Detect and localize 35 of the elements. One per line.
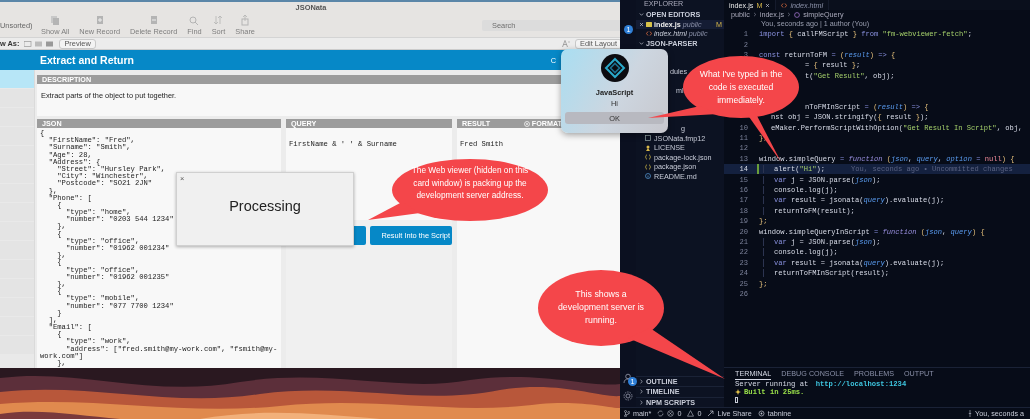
branch-icon[interactable] xyxy=(624,410,630,417)
app-logo-icon xyxy=(600,54,629,82)
account-icon[interactable] xyxy=(623,373,633,383)
file-icon xyxy=(646,31,652,37)
person-icon xyxy=(645,144,651,151)
text-size-icon[interactable] xyxy=(562,40,570,47)
callout-text: This shows a development server is running. xyxy=(556,288,646,327)
search-icon xyxy=(188,14,201,26)
chevron-icon[interactable] xyxy=(639,40,644,46)
chevron-icon xyxy=(787,12,792,17)
error-icon[interactable] xyxy=(667,410,675,417)
settings-icon[interactable] xyxy=(623,391,633,401)
text-cursor xyxy=(735,397,738,403)
warning-icon[interactable] xyxy=(687,410,695,417)
view-mode-icon[interactable] xyxy=(24,40,55,47)
sync-icon[interactable] xyxy=(657,410,665,417)
chevron-icon xyxy=(752,12,757,17)
chevron-icon[interactable] xyxy=(639,12,644,18)
braces-icon xyxy=(645,154,651,161)
braces-icon xyxy=(645,163,651,170)
sort-icon xyxy=(212,14,225,26)
layout-title: Extract and Return xyxy=(40,54,135,66)
file-icon xyxy=(645,135,651,142)
share-icon xyxy=(239,14,252,26)
processing-message: Processing xyxy=(228,198,302,214)
file-icon xyxy=(646,21,652,27)
arrow-icon[interactable] xyxy=(707,410,715,417)
close-icon[interactable] xyxy=(639,21,644,27)
close-icon[interactable] xyxy=(765,2,771,8)
sparkle-icon xyxy=(735,389,741,395)
html-file-icon xyxy=(781,2,788,8)
commit-icon xyxy=(968,410,973,417)
info-icon xyxy=(645,173,651,180)
callout-text: What I've typed in the code is executed immediately. xyxy=(698,68,784,107)
function-icon xyxy=(794,11,801,18)
